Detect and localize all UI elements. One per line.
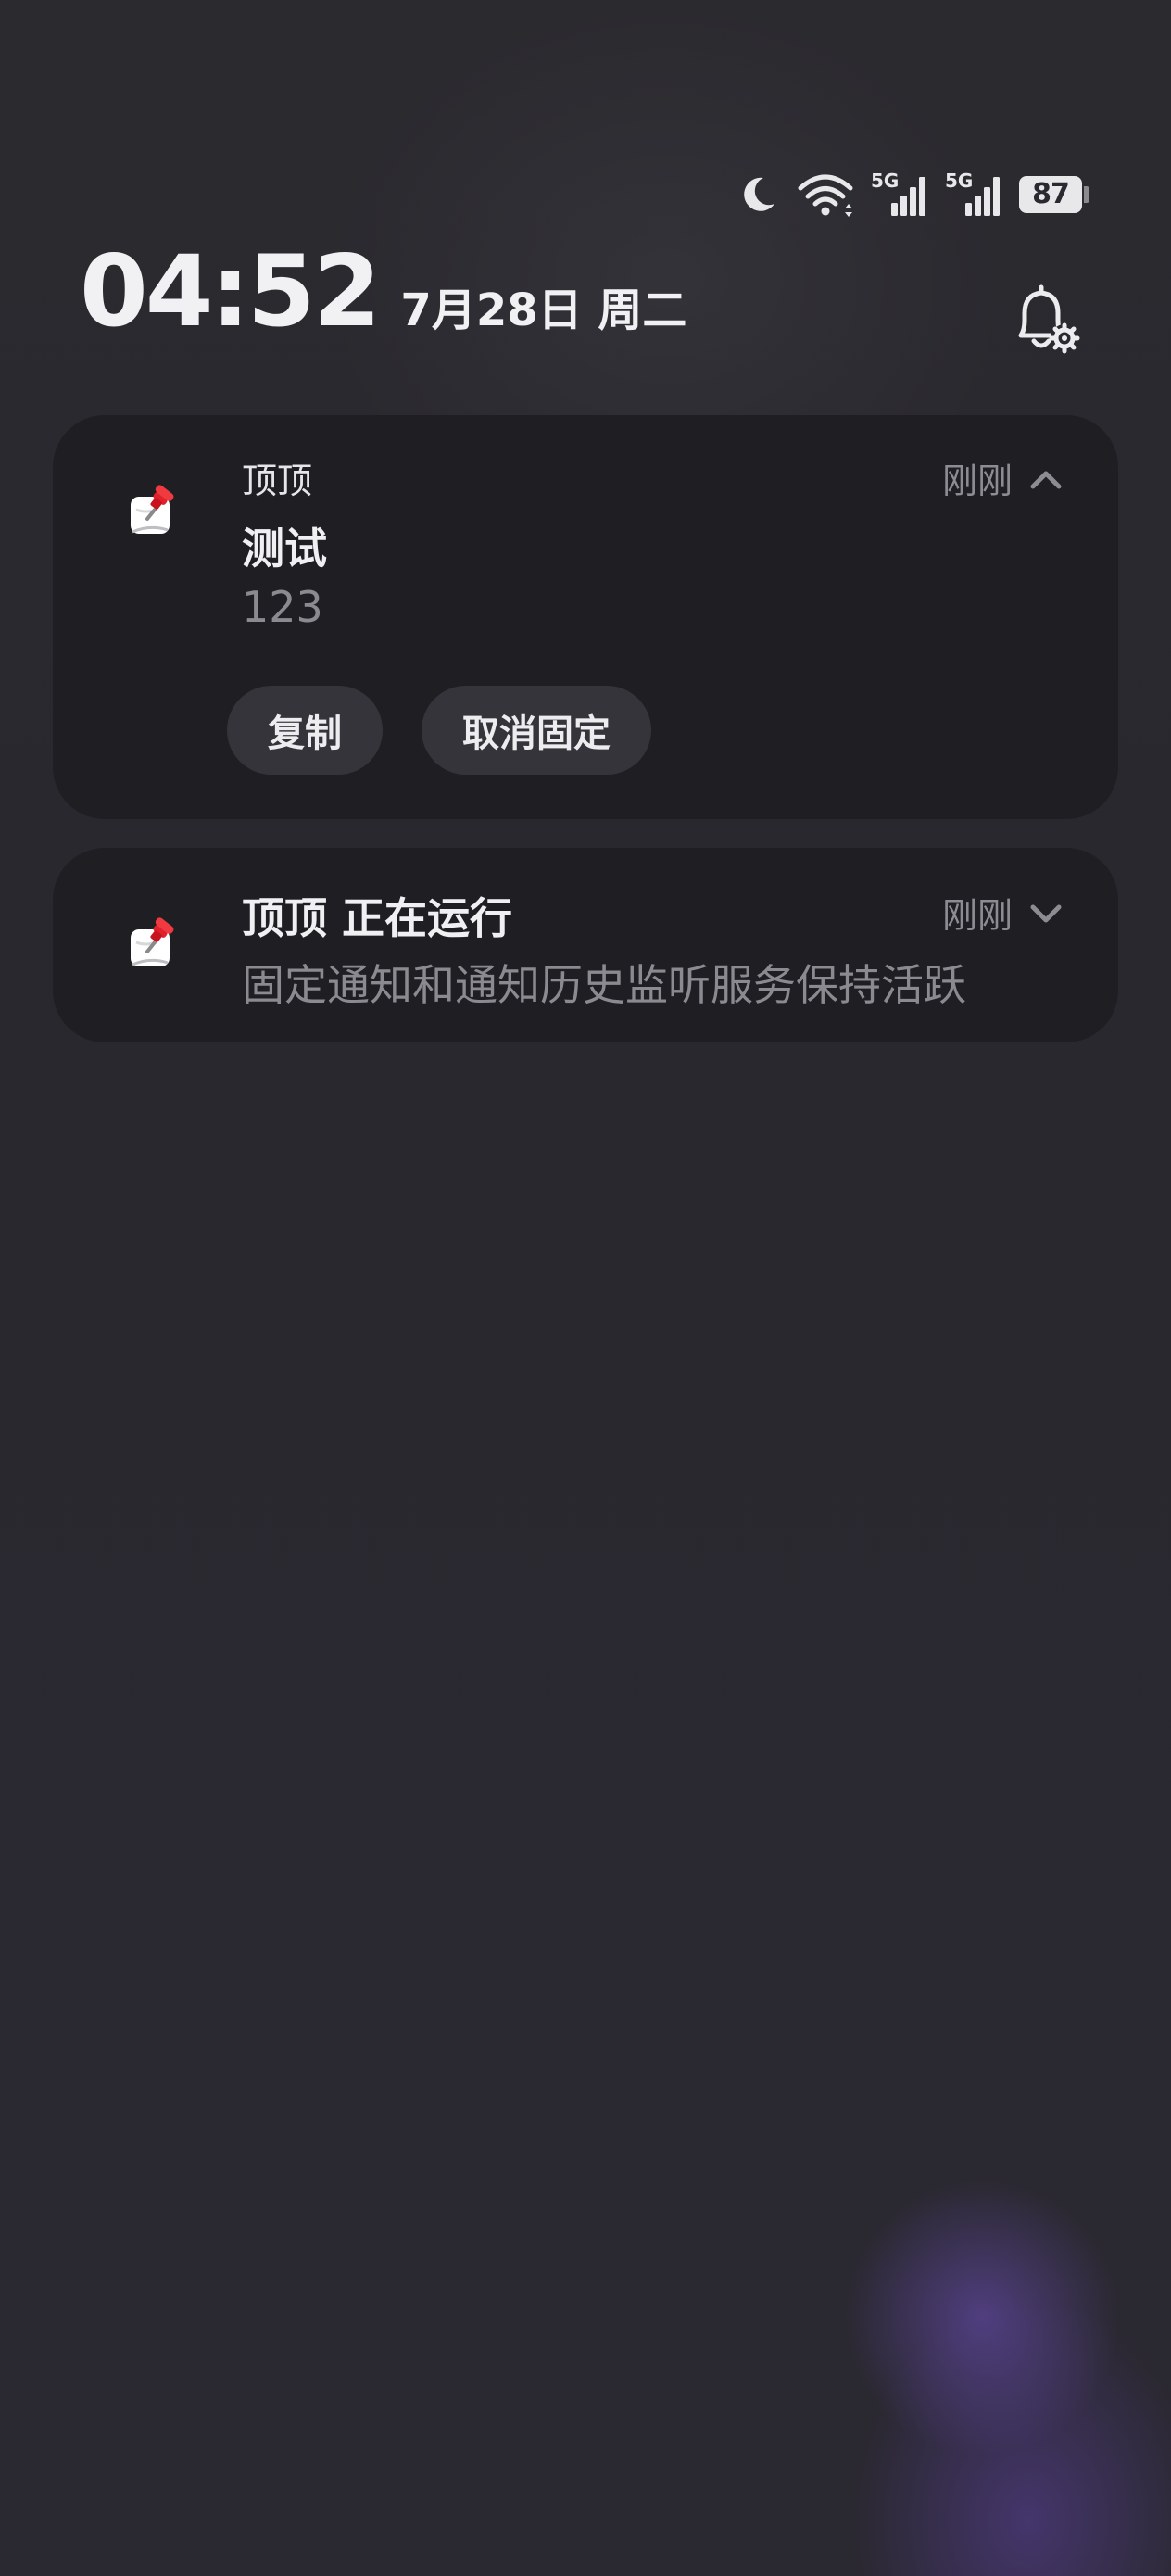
wifi-icon	[797, 171, 854, 218]
copy-button[interactable]: 复制	[227, 686, 383, 775]
battery-tip	[1084, 186, 1089, 203]
wallpaper	[0, 0, 1171, 2576]
moon-icon	[736, 172, 780, 217]
battery-level: 87	[1019, 176, 1082, 213]
notification-body: 固定通知和通知历史监听服务保持活跃	[242, 960, 966, 1010]
app-name: 顶顶	[242, 461, 313, 501]
notification-actions: 复制 取消固定	[227, 686, 651, 775]
notification-card[interactable]: 顶顶 正在运行 刚刚 固定通知和通知历史监听服务保持活跃	[53, 848, 1118, 1042]
network-type-label: 5G	[871, 170, 900, 192]
notification-card[interactable]: 顶顶 刚刚 测试 123 复制 取消固定	[53, 415, 1118, 819]
signal-5g-icon: 5G	[871, 171, 928, 218]
shade-header: 04:52 7月28日 周二	[80, 243, 686, 354]
status-bar: 5G 5G 87	[736, 167, 1089, 222]
clock[interactable]: 04:52	[80, 243, 381, 341]
network-type-label: 5G	[945, 170, 974, 192]
pushpin-icon	[127, 915, 183, 970]
notification-meta: 刚刚	[942, 887, 1063, 938]
notification-title: 顶顶 正在运行	[242, 893, 513, 943]
notification-title: 测试	[242, 524, 327, 574]
chevron-up-icon[interactable]	[1029, 458, 1063, 499]
chevron-down-icon[interactable]	[1029, 892, 1063, 933]
notification-body: 123	[242, 582, 323, 632]
date[interactable]: 7月28日 周二	[400, 288, 686, 333]
signal-5g-icon: 5G	[945, 171, 1002, 218]
notification-meta: 刚刚	[942, 452, 1063, 503]
battery-indicator: 87	[1019, 176, 1089, 213]
notification-time: 刚刚	[941, 895, 1013, 936]
notification-time: 刚刚	[941, 461, 1013, 501]
pushpin-icon	[127, 482, 183, 537]
bell-settings-icon[interactable]	[1006, 280, 1084, 358]
unpin-button[interactable]: 取消固定	[422, 686, 651, 775]
